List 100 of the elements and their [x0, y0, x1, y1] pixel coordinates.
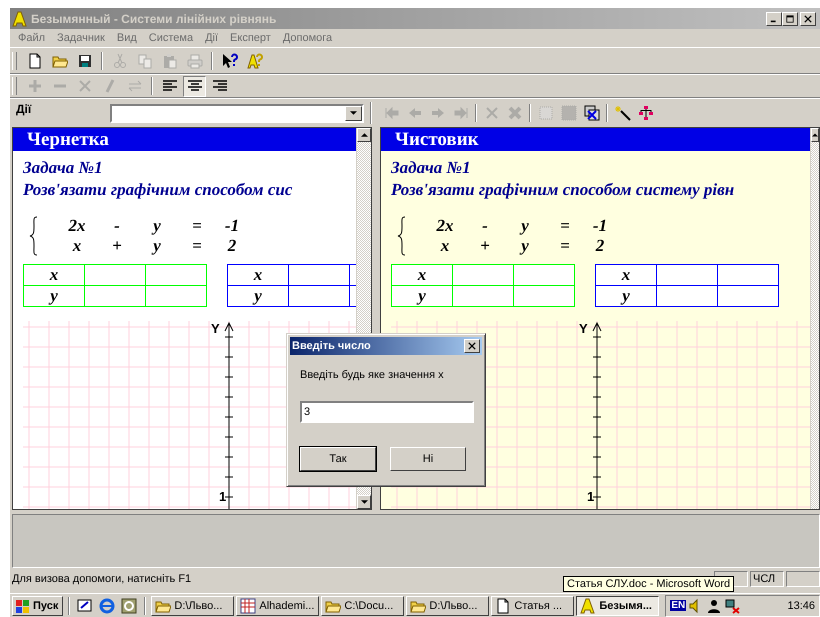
close-button[interactable] — [464, 339, 480, 353]
help-icon — [246, 52, 262, 68]
next-icon — [430, 105, 446, 121]
table-cell: y — [24, 286, 84, 306]
maximize-button[interactable] — [782, 12, 798, 26]
network-icon[interactable] — [724, 598, 740, 614]
user-icon[interactable] — [706, 598, 722, 614]
table-cell: x — [24, 264, 84, 286]
equation-term: y — [153, 236, 161, 256]
dialog-button[interactable]: Так — [300, 447, 376, 471]
language-indicator[interactable]: EN — [670, 600, 686, 611]
dialog-title: Введіть число — [292, 340, 371, 352]
maximize-icon — [786, 14, 794, 22]
axis-label: Y — [211, 321, 220, 336]
equation-term: - — [114, 216, 120, 236]
minimize-button[interactable] — [766, 12, 782, 26]
table-cell[interactable] — [656, 264, 718, 286]
start-button[interactable]: Пуск — [12, 596, 64, 616]
equation-term: y — [521, 236, 529, 256]
dotted-grid-icon — [538, 105, 554, 121]
taskbar-button[interactable]: C:\Docu... — [321, 596, 404, 616]
problem-text: Розв'язати графічним способом систему рівн — [391, 179, 736, 201]
pointer-help-icon — [222, 52, 238, 68]
close-button[interactable] — [800, 12, 816, 26]
down-arrow-icon[interactable] — [360, 500, 368, 504]
tick-label: 1 — [219, 489, 226, 504]
equation-term: - — [482, 216, 488, 236]
letter-icon — [12, 10, 28, 26]
menu-item[interactable]: Дії — [199, 32, 224, 44]
close-icon — [468, 342, 476, 350]
equation-term: 2 — [228, 236, 236, 256]
dropdown-arrow-icon — [350, 111, 357, 115]
table-cell[interactable] — [656, 286, 718, 306]
toolbar-button[interactable] — [183, 76, 206, 96]
close-icon — [804, 14, 812, 22]
menu-item[interactable]: Задачник — [51, 32, 111, 44]
pane-header: Чистовик — [381, 128, 810, 151]
letter-icon — [580, 598, 596, 614]
eraser-icon — [506, 105, 522, 121]
table-cell: y — [392, 286, 452, 306]
taskbar-button[interactable]: Статья ... — [491, 596, 574, 616]
equation-term: x — [72, 236, 82, 256]
equation-term: 2x — [68, 216, 86, 236]
flag-icon — [15, 598, 31, 614]
browser-icon[interactable] — [99, 598, 116, 614]
equation-term: y — [153, 216, 161, 236]
up-arrow-icon[interactable] — [812, 133, 818, 137]
window-title: Безымянный - Системи лінійних рівнянь — [31, 12, 278, 26]
previous-icon — [406, 105, 422, 121]
input-field[interactable]: 3 — [300, 401, 474, 423]
equation-term: y — [521, 216, 529, 236]
tick-label: 1 — [587, 489, 594, 504]
last-icon — [452, 105, 468, 121]
equation-term: + — [480, 236, 490, 256]
table-icon — [584, 105, 600, 121]
printer-icon — [186, 52, 202, 68]
problem-title: Задача №1 — [23, 157, 104, 179]
equation-term: 2 — [596, 236, 604, 256]
up-arrow-icon[interactable] — [360, 133, 368, 137]
table-cell: x — [228, 264, 288, 286]
swap-arrows-icon — [126, 78, 142, 94]
status-text: Для визова допомоги, натисніть F1 — [12, 573, 192, 585]
actions-combobox[interactable] — [110, 104, 364, 122]
table-cell[interactable] — [288, 264, 350, 286]
dialog-button[interactable]: Ні — [390, 447, 466, 471]
menu-item[interactable]: Система — [142, 32, 200, 44]
problem-text: Розв'язати графічним способом сис — [23, 179, 294, 201]
grid-icon — [240, 598, 256, 614]
floppy-icon — [76, 52, 92, 68]
equation-term: 2x — [436, 216, 454, 236]
table-cell[interactable] — [718, 286, 778, 306]
actions-label: Дії — [16, 101, 32, 116]
clock: 13:46 — [787, 600, 815, 612]
table-cell: y — [596, 286, 656, 306]
taskbar-button[interactable]: Alhademi... — [236, 596, 320, 616]
tree-icon — [638, 105, 654, 121]
table-cell[interactable] — [288, 286, 350, 306]
document-icon — [26, 52, 42, 68]
table-cell[interactable] — [718, 264, 778, 286]
menu-item[interactable]: Експерт — [224, 32, 277, 44]
brace-icon — [29, 215, 39, 257]
menu-item[interactable]: Допомога — [276, 32, 338, 44]
table-cell: x — [392, 264, 452, 286]
menu-item[interactable]: Файл — [12, 32, 52, 44]
scrollbar[interactable] — [810, 128, 819, 509]
pane-header: Чернетка — [13, 128, 356, 151]
axis-label: Y — [579, 321, 588, 336]
scissors-icon — [112, 52, 128, 68]
taskbar-button[interactable]: D:\Льво... — [406, 596, 490, 616]
media-icon[interactable] — [121, 598, 138, 614]
menu-item[interactable]: Вид — [110, 32, 143, 44]
table-cell: x — [596, 264, 656, 286]
problem-title: Задача №1 — [391, 157, 472, 179]
plus-icon — [26, 78, 42, 94]
taskbar-button[interactable]: D:\Льво... — [151, 596, 234, 616]
taskbar-button[interactable]: Безымя... — [576, 596, 660, 616]
desktop-icon[interactable] — [77, 598, 94, 614]
equation-term: = — [192, 236, 202, 256]
equation-term: + — [112, 236, 122, 256]
align-right-icon — [212, 78, 228, 94]
